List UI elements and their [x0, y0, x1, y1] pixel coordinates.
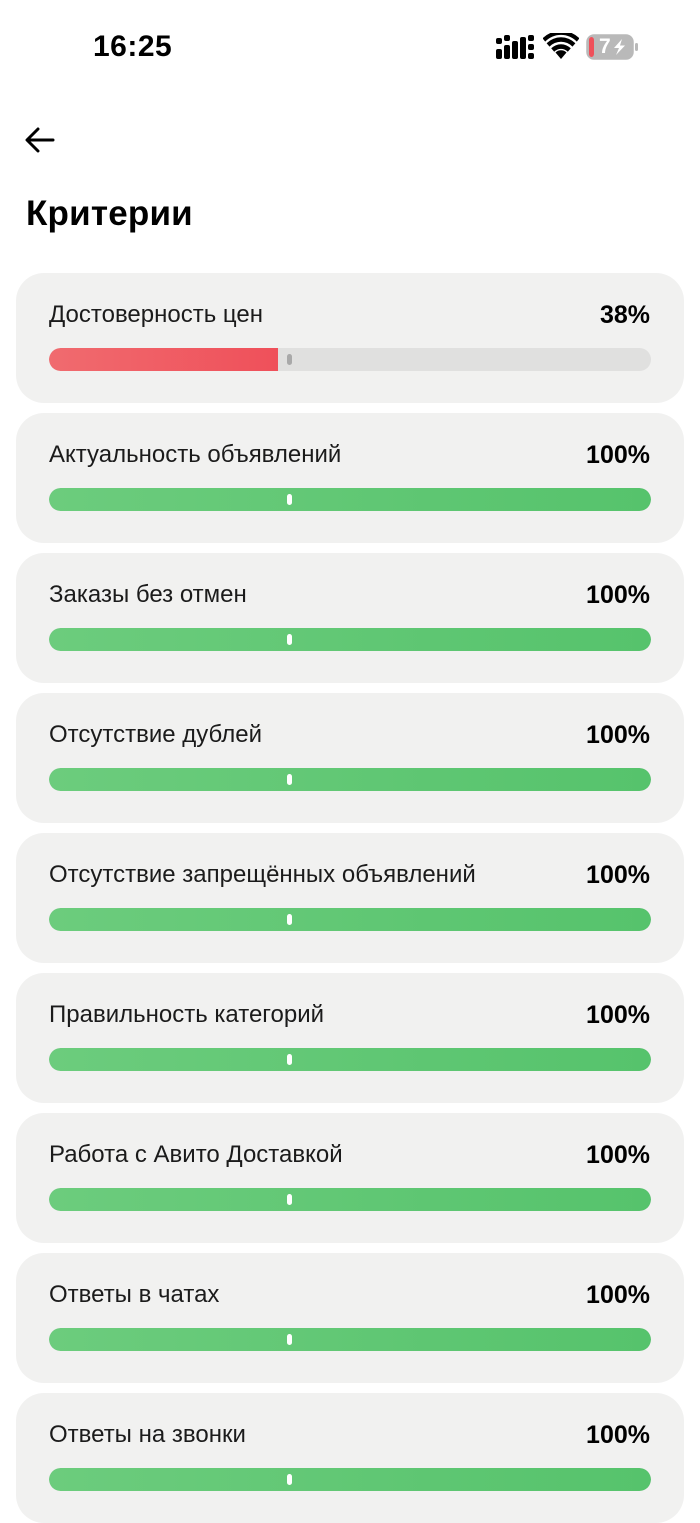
progress-bar	[49, 768, 651, 791]
arrow-left-icon	[25, 127, 55, 153]
criterion-card[interactable]: Отсутствие дублей 100%	[16, 693, 684, 823]
criterion-percent: 100%	[586, 1001, 650, 1029]
criterion-label: Заказы без отмен	[49, 581, 247, 608]
criterion-percent: 100%	[586, 441, 650, 469]
criterion-card[interactable]: Ответы на звонки 100%	[16, 1393, 684, 1523]
criterion-label: Актуальность объявлений	[49, 441, 342, 468]
progress-bar	[49, 488, 651, 511]
progress-marker	[287, 634, 292, 645]
progress-bar	[49, 1468, 651, 1491]
progress-fill	[49, 628, 651, 651]
progress-bar	[49, 1048, 651, 1071]
criterion-card[interactable]: Достоверность цен 38%	[16, 273, 684, 403]
progress-fill	[49, 1328, 651, 1351]
progress-marker	[287, 1474, 292, 1485]
criterion-percent: 100%	[586, 721, 650, 749]
criterion-label: Отсутствие дублей	[49, 721, 262, 748]
progress-fill	[49, 488, 651, 511]
battery-charging-icon: 7	[586, 34, 640, 60]
progress-marker	[287, 494, 292, 505]
battery-level-text: 7	[599, 35, 611, 58]
criterion-card[interactable]: Заказы без отмен 100%	[16, 553, 684, 683]
progress-marker	[287, 354, 292, 365]
criterion-label: Достоверность цен	[49, 301, 263, 328]
progress-fill	[49, 348, 278, 371]
progress-fill	[49, 768, 651, 791]
status-time: 16:25	[93, 30, 173, 63]
criterion-label: Ответы на звонки	[49, 1421, 246, 1448]
signal-icon	[496, 35, 534, 59]
status-bar: 16:25 7	[0, 0, 700, 96]
back-button[interactable]	[18, 118, 62, 162]
criterion-percent: 100%	[586, 1281, 650, 1309]
progress-marker	[287, 1334, 292, 1345]
progress-fill	[49, 1048, 651, 1071]
progress-fill	[49, 1188, 651, 1211]
criterion-percent: 38%	[599, 301, 650, 329]
criterion-card[interactable]: Актуальность объявлений 100%	[16, 413, 684, 543]
criterion-card[interactable]: Работа с Авито Доставкой 100%	[16, 1113, 684, 1243]
progress-fill	[49, 1468, 651, 1491]
progress-marker	[287, 1054, 292, 1065]
criterion-label: Правильность категорий	[49, 1001, 325, 1028]
criterion-percent: 100%	[586, 581, 650, 609]
criterion-percent: 100%	[586, 1421, 650, 1449]
criterion-label: Отсутствие запрещённых объявлений	[49, 861, 476, 888]
criterion-label: Работа с Авито Доставкой	[49, 1141, 343, 1168]
criterion-card[interactable]: Правильность категорий 100%	[16, 973, 684, 1103]
progress-bar	[49, 348, 651, 371]
wifi-icon	[543, 33, 579, 59]
progress-bar	[49, 1328, 651, 1351]
criterion-label: Ответы в чатах	[49, 1281, 220, 1308]
progress-bar	[49, 908, 651, 931]
criterion-percent: 100%	[586, 1141, 650, 1169]
progress-marker	[287, 1194, 292, 1205]
criterion-percent: 100%	[586, 861, 650, 889]
criterion-card[interactable]: Ответы в чатах 100%	[16, 1253, 684, 1383]
progress-fill	[49, 908, 651, 931]
criteria-list: Достоверность цен 38% Актуальность объяв…	[16, 273, 684, 1523]
progress-marker	[287, 914, 292, 925]
page-title: Критерии	[26, 194, 193, 233]
progress-bar	[49, 1188, 651, 1211]
progress-marker	[287, 774, 292, 785]
progress-bar	[49, 628, 651, 651]
criterion-card[interactable]: Отсутствие запрещённых объявлений 100%	[16, 833, 684, 963]
